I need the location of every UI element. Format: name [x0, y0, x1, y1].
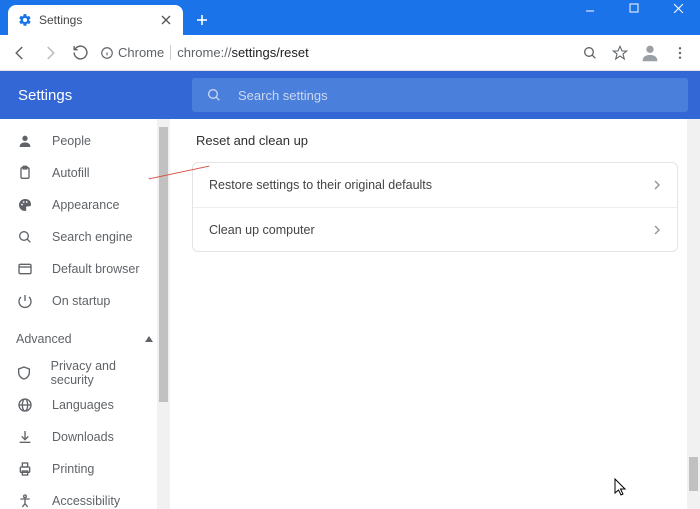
- gear-icon: [18, 13, 32, 27]
- search-icon: [206, 87, 222, 103]
- chevron-right-icon: [653, 225, 661, 235]
- printer-icon: [16, 460, 34, 478]
- sidebar-item-printing[interactable]: Printing: [0, 453, 170, 485]
- window-titlebar: Settings: [0, 0, 700, 35]
- sidebar-item-label: Printing: [52, 462, 94, 476]
- sidebar-section-advanced[interactable]: Advanced: [0, 321, 170, 357]
- omnibox[interactable]: Chrome chrome://settings/reset: [100, 45, 570, 60]
- sidebar-item-label: Privacy and security: [51, 359, 154, 387]
- search-input[interactable]: Search settings: [192, 78, 688, 112]
- search-placeholder: Search settings: [238, 88, 328, 103]
- row-cleanup-computer[interactable]: Clean up computer: [193, 207, 677, 251]
- app-toolbar: Search settings: [170, 71, 700, 119]
- forward-button[interactable]: [36, 39, 64, 67]
- sidebar-item-label: Appearance: [52, 198, 119, 212]
- info-icon: [100, 46, 114, 60]
- browser-icon: [16, 260, 34, 278]
- download-icon: [16, 428, 34, 446]
- site-chip: Chrome: [100, 45, 171, 60]
- profile-avatar[interactable]: [636, 39, 664, 67]
- close-tab-icon[interactable]: [159, 13, 173, 27]
- search-icon: [16, 228, 34, 246]
- app-title: Settings: [0, 71, 170, 119]
- sidebar-item-label: Default browser: [52, 262, 140, 276]
- sidebar-item-label: Languages: [52, 398, 114, 412]
- sidebar-section-label: Advanced: [16, 332, 72, 346]
- palette-icon: [16, 196, 34, 214]
- section-title: Reset and clean up: [196, 133, 678, 148]
- chevron-right-icon: [653, 180, 661, 190]
- row-label: Restore settings to their original defau…: [209, 178, 432, 192]
- accessibility-icon: [16, 492, 34, 509]
- window-maximize[interactable]: [612, 0, 656, 30]
- sidebar-item-label: People: [52, 134, 91, 148]
- sidebar-item-appearance[interactable]: Appearance: [0, 189, 170, 221]
- sidebar-item-label: Search engine: [52, 230, 133, 244]
- omnibox-url: chrome://settings/reset: [171, 45, 309, 60]
- sidebar-scrollbar[interactable]: [157, 119, 170, 509]
- sidebar-item-languages[interactable]: Languages: [0, 389, 170, 421]
- toolbar: Chrome chrome://settings/reset: [0, 35, 700, 71]
- sidebar-item-downloads[interactable]: Downloads: [0, 421, 170, 453]
- sidebar-item-default-browser[interactable]: Default browser: [0, 253, 170, 285]
- back-button[interactable]: [6, 39, 34, 67]
- sidebar-item-label: Accessibility: [52, 494, 120, 508]
- reload-button[interactable]: [66, 39, 94, 67]
- sidebar-item-accessibility[interactable]: Accessibility: [0, 485, 170, 509]
- sidebar-item-label: Downloads: [52, 430, 114, 444]
- window-minimize[interactable]: [568, 0, 612, 30]
- sidebar: People Autofill Appearance Search engine…: [0, 119, 170, 509]
- sidebar-item-search-engine[interactable]: Search engine: [0, 221, 170, 253]
- sidebar-item-label: Autofill: [52, 166, 90, 180]
- sidebar-item-autofill[interactable]: Autofill: [0, 157, 170, 189]
- tab-title: Settings: [39, 13, 159, 27]
- sidebar-scrollbar-thumb[interactable]: [159, 127, 168, 402]
- window-close[interactable]: [656, 0, 700, 30]
- bookmark-icon[interactable]: [606, 39, 634, 67]
- main-scrollbar[interactable]: [687, 119, 700, 509]
- window-controls: [568, 0, 700, 30]
- clipboard-icon: [16, 164, 34, 182]
- new-tab-button[interactable]: [189, 7, 215, 33]
- sidebar-item-on-startup[interactable]: On startup: [0, 285, 170, 317]
- site-chip-label: Chrome: [118, 45, 164, 60]
- main-scrollbar-thumb[interactable]: [689, 457, 698, 491]
- sidebar-item-privacy[interactable]: Privacy and security: [0, 357, 170, 389]
- power-icon: [16, 292, 34, 310]
- main-content: Reset and clean up Restore settings to t…: [170, 119, 700, 509]
- kebab-menu-icon[interactable]: [666, 39, 694, 67]
- shield-icon: [16, 364, 33, 382]
- browser-tab[interactable]: Settings: [8, 5, 183, 35]
- person-icon: [16, 132, 34, 150]
- globe-icon: [16, 396, 34, 414]
- settings-card: Restore settings to their original defau…: [192, 162, 678, 252]
- search-icon[interactable]: [576, 39, 604, 67]
- sidebar-item-people[interactable]: People: [0, 125, 170, 157]
- chevron-up-icon: [144, 334, 154, 344]
- sidebar-item-label: On startup: [52, 294, 110, 308]
- row-restore-defaults[interactable]: Restore settings to their original defau…: [193, 163, 677, 207]
- row-label: Clean up computer: [209, 223, 315, 237]
